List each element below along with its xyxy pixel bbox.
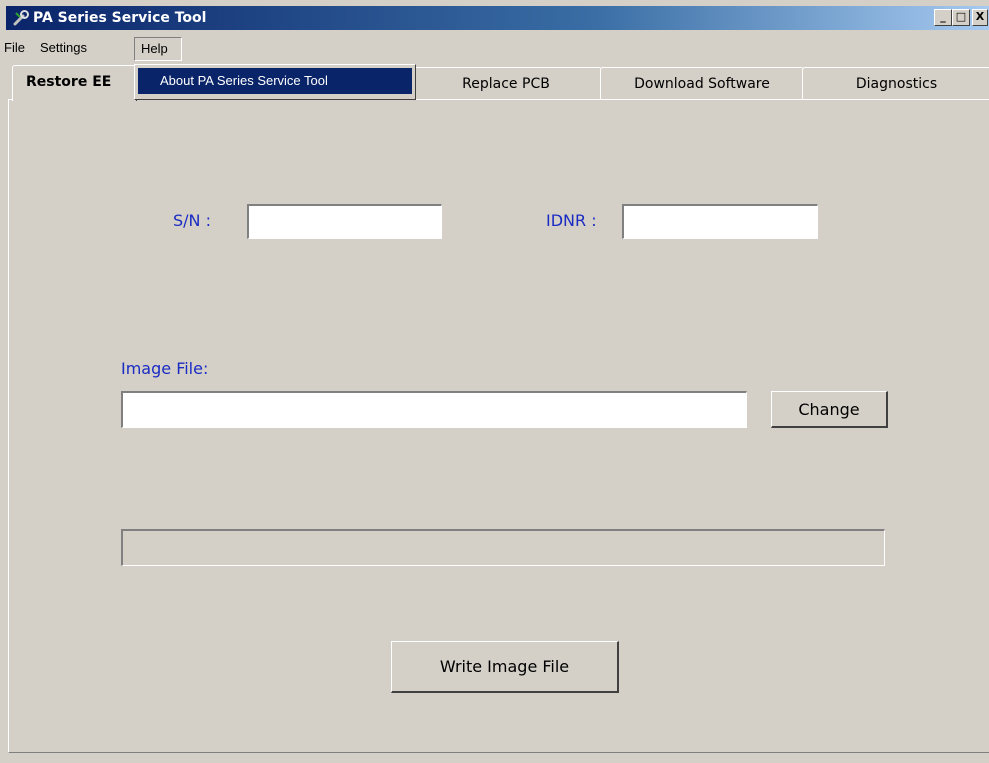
tab-restore-ee[interactable]: Restore EE [12, 65, 137, 101]
window-title: PA Series Service Tool [33, 10, 207, 26]
maximize-button[interactable]: □ [952, 9, 970, 26]
title-bar[interactable]: PA Series Service Tool _ □ X [6, 6, 989, 30]
tab-diagnostics[interactable]: Diagnostics [802, 67, 989, 100]
menu-help[interactable]: Help [134, 37, 182, 61]
sn-label: S/N : [173, 211, 211, 230]
image-file-label: Image File: [121, 359, 209, 378]
menu-file[interactable]: File [4, 40, 25, 55]
wrench-icon[interactable] [12, 9, 30, 27]
menu-item-about[interactable]: About PA Series Service Tool [138, 68, 412, 94]
idnr-input[interactable] [622, 204, 818, 239]
tab-replace-pcb[interactable]: Replace PCB [410, 67, 602, 100]
sn-input[interactable] [247, 204, 442, 239]
menu-bar: File Settings Help [0, 36, 989, 62]
minimize-button[interactable]: _ [934, 9, 952, 26]
tab-diagnostics-label: Diagnostics [855, 76, 938, 92]
tab-replace-pcb-label: Replace PCB [462, 76, 550, 92]
idnr-label: IDNR : [546, 211, 597, 230]
close-icon: X [975, 10, 985, 23]
tab-download-software-label: Download Software [634, 76, 770, 92]
tab-restore-ee-label: Restore EE [26, 74, 112, 90]
maximize-icon: □ [955, 10, 967, 23]
progress-bar [121, 529, 885, 566]
application-window: PA Series Service Tool _ □ X File Settin… [0, 0, 989, 763]
menu-settings[interactable]: Settings [40, 40, 87, 55]
change-button[interactable]: Change [771, 391, 888, 428]
tab-download-software[interactable]: Download Software [600, 67, 804, 100]
minimize-icon: _ [940, 10, 946, 23]
image-file-input[interactable] [121, 391, 747, 428]
write-image-file-button[interactable]: Write Image File [391, 641, 619, 693]
help-dropdown-menu: About PA Series Service Tool [134, 64, 416, 100]
write-image-file-button-label: Write Image File [439, 657, 570, 676]
menu-help-label: Help [141, 41, 168, 56]
change-button-label: Change [798, 400, 860, 419]
close-button[interactable]: X [972, 9, 988, 26]
